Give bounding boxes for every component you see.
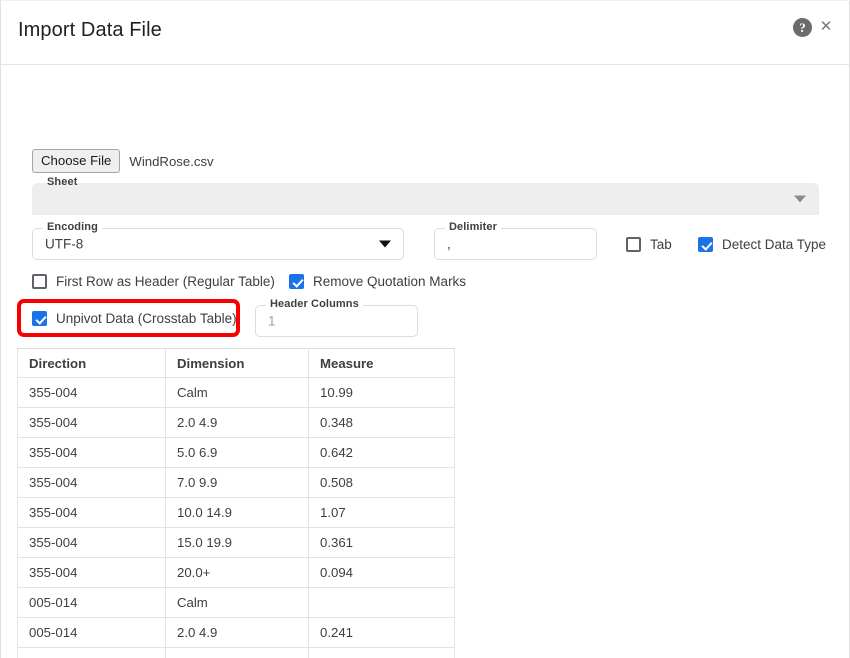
detect-data-type-label: Detect Data Type: [722, 237, 827, 252]
dialog-header: Import Data File ? ✕: [1, 1, 849, 65]
table-row: 355-004 20.0+ 0.094: [17, 557, 455, 588]
table-cell: 0.094: [308, 557, 455, 588]
remove-quotation-marks-label: Remove Quotation Marks: [313, 274, 467, 289]
tab-checkbox-label: Tab: [650, 237, 672, 252]
sheet-select[interactable]: Sheet: [32, 176, 819, 215]
first-row-header-label: First Row as Header (Regular Table): [56, 274, 275, 289]
encoding-select[interactable]: Encoding UTF-8: [32, 221, 404, 260]
chevron-down-icon[interactable]: [794, 195, 806, 203]
table-row: 355-004 10.0 14.9 1.07: [17, 497, 455, 528]
delimiter-value: ,: [447, 236, 451, 252]
encoding-value: UTF-8: [45, 236, 84, 252]
choose-file-button[interactable]: Choose File: [32, 149, 121, 173]
table-cell: Calm: [165, 587, 309, 618]
table-cell: 0.455: [308, 647, 455, 658]
help-circle-icon[interactable]: ?: [793, 18, 812, 37]
table-cell: Calm: [165, 377, 309, 408]
unpivot-data-checkbox[interactable]: [32, 311, 47, 326]
remove-quotation-marks-checkbox-row[interactable]: Remove Quotation Marks: [289, 274, 466, 289]
close-icon[interactable]: ✕: [817, 18, 835, 36]
table-cell: 0.508: [308, 467, 455, 498]
table-row: 355-004 2.0 4.9 0.348: [17, 407, 455, 438]
column-header-direction: Direction: [17, 348, 166, 378]
file-chooser-row: Choose File WindRose.csv: [32, 149, 214, 173]
first-row-header-checkbox-row[interactable]: First Row as Header (Regular Table): [32, 274, 275, 289]
header-columns-value: 1: [268, 313, 276, 329]
table-cell: 7.0 9.9: [165, 467, 309, 498]
table-cell: 5.0 6.9: [165, 647, 309, 658]
table-cell: 005-014: [17, 587, 166, 618]
table-cell: 355-004: [17, 497, 166, 528]
table-cell: 15.0 19.9: [165, 527, 309, 558]
preview-table-body: 355-004 Calm 10.99 355-004 2.0 4.9 0.348 355-0…: [17, 377, 455, 658]
table-cell: 1.07: [308, 497, 455, 528]
first-row-header-checkbox[interactable]: [32, 274, 47, 289]
detect-data-type-checkbox-row[interactable]: Detect Data Type: [698, 237, 826, 252]
table-cell: 005-014: [17, 617, 166, 648]
table-cell: 2.0 4.9: [165, 617, 309, 648]
table-cell: 355-004: [17, 527, 166, 558]
table-cell: 5.0 6.9: [165, 437, 309, 468]
table-cell: 355-004: [17, 557, 166, 588]
table-header-row: Direction Dimension Measure: [17, 348, 455, 378]
table-cell: 0.241: [308, 617, 455, 648]
table-row: 005-014 Calm: [17, 587, 455, 618]
table-cell: 355-004: [17, 377, 166, 408]
delimiter-label: Delimiter: [445, 221, 501, 233]
tab-checkbox[interactable]: [626, 237, 641, 252]
chevron-down-icon[interactable]: [379, 240, 391, 248]
table-row: 005-014 2.0 4.9 0.241: [17, 617, 455, 648]
table-cell: 0.642: [308, 437, 455, 468]
table-cell: 10.0 14.9: [165, 497, 309, 528]
table-row: 005-0145.0 6.90.455: [17, 647, 455, 658]
remove-quotation-marks-checkbox[interactable]: [289, 274, 304, 289]
page-title: Import Data File: [18, 19, 162, 41]
preview-table: Direction Dimension Measure 355-004 Calm 1…: [17, 348, 455, 658]
column-header-dimension: Dimension: [165, 348, 309, 378]
table-row: 355-004 5.0 6.9 0.642: [17, 437, 455, 468]
header-columns-input[interactable]: Header Columns 1: [255, 298, 418, 337]
column-header-measure: Measure: [308, 348, 455, 378]
header-columns-label: Header Columns: [266, 298, 363, 310]
table-cell: 0.348: [308, 407, 455, 438]
detect-data-type-checkbox[interactable]: [698, 237, 713, 252]
table-row: 355-004 7.0 9.9 0.508: [17, 467, 455, 498]
tab-checkbox-row[interactable]: Tab: [626, 237, 672, 252]
table-cell: 355-004: [17, 467, 166, 498]
table-cell: 355-004: [17, 407, 166, 438]
table-cell: 2.0 4.9: [165, 407, 309, 438]
table-row: 355-004 15.0 19.9 0.361: [17, 527, 455, 558]
table-cell: 355-004: [17, 437, 166, 468]
selected-file-name: WindRose.csv: [129, 153, 214, 169]
table-cell: 20.0+: [165, 557, 309, 588]
sheet-label: Sheet: [47, 176, 78, 188]
table-cell: [308, 587, 455, 618]
table-cell: 0.361: [308, 527, 455, 558]
unpivot-data-label: Unpivot Data (Crosstab Table): [56, 311, 237, 326]
table-cell: 10.99: [308, 377, 455, 408]
sheet-outline: [32, 183, 819, 215]
encoding-label: Encoding: [43, 221, 102, 233]
table-row: 355-004 Calm 10.99: [17, 377, 455, 408]
unpivot-data-checkbox-row[interactable]: Unpivot Data (Crosstab Table): [32, 311, 237, 326]
delimiter-input[interactable]: Delimiter ,: [434, 221, 597, 260]
import-data-file-dialog: Import Data File ? ✕ Choose File WindRos…: [0, 0, 850, 658]
table-cell: 005-014: [17, 647, 166, 658]
